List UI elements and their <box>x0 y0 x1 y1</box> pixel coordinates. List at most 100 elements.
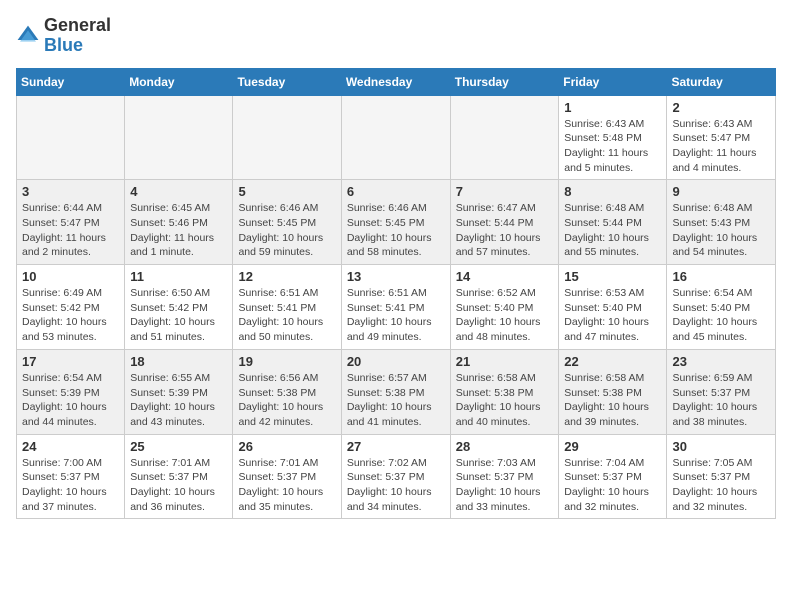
calendar-day-cell: 24 Sunrise: 7:00 AMSunset: 5:37 PMDayligh… <box>17 434 125 519</box>
calendar-day-cell: 6Sunrise: 6:46 AMSunset: 5:45 PMDaylight… <box>341 180 450 265</box>
calendar-day-cell: 17Sunrise: 6:54 AMSunset: 5:39 PMDayligh… <box>17 349 125 434</box>
calendar-day-cell: 7 Sunrise: 6:47 AMSunset: 5:44 PMDaylight… <box>450 180 559 265</box>
calendar-day-cell: 11 Sunrise: 6:50 AMSunset: 5:42 PMDayligh… <box>125 265 233 350</box>
day-number: 29 <box>564 439 661 454</box>
logo: General Blue <box>16 16 111 56</box>
day-info: Sunrise: 6:58 AMSunset: 5:38 PMDaylight:… <box>564 371 661 430</box>
day-number: 4 <box>130 184 227 199</box>
day-number: 5 <box>238 184 335 199</box>
calendar-day-cell: 19 Sunrise: 6:56 AMSunset: 5:38 PMDayligh… <box>233 349 341 434</box>
calendar-week-row: 17Sunrise: 6:54 AMSunset: 5:39 PMDayligh… <box>17 349 776 434</box>
day-info: Sunrise: 6:55 AMSunset: 5:39 PMDaylight:… <box>130 371 227 430</box>
day-number: 21 <box>456 354 554 369</box>
day-number: 7 <box>456 184 554 199</box>
day-of-week-header: Friday <box>559 68 667 95</box>
calendar-day-cell: 10Sunrise: 6:49 AMSunset: 5:42 PMDayligh… <box>17 265 125 350</box>
day-number: 14 <box>456 269 554 284</box>
day-number: 26 <box>238 439 335 454</box>
day-number: 16 <box>672 269 770 284</box>
calendar-week-row: 24 Sunrise: 7:00 AMSunset: 5:37 PMDayligh… <box>17 434 776 519</box>
calendar-day-cell: 18 Sunrise: 6:55 AMSunset: 5:39 PMDayligh… <box>125 349 233 434</box>
calendar-day-cell: 13Sunrise: 6:51 AMSunset: 5:41 PMDayligh… <box>341 265 450 350</box>
day-info: Sunrise: 6:54 AMSunset: 5:40 PMDaylight:… <box>672 286 770 345</box>
calendar-day-cell: 5 Sunrise: 6:46 AMSunset: 5:45 PMDaylight… <box>233 180 341 265</box>
calendar-day-cell: 16 Sunrise: 6:54 AMSunset: 5:40 PMDayligh… <box>667 265 776 350</box>
day-info: Sunrise: 7:01 AMSunset: 5:37 PMDaylight:… <box>130 456 227 515</box>
day-number: 11 <box>130 269 227 284</box>
calendar-day-cell <box>233 95 341 180</box>
logo-general-text: General <box>44 15 111 35</box>
calendar-day-cell <box>17 95 125 180</box>
calendar-day-cell: 12 Sunrise: 6:51 AMSunset: 5:41 PMDayligh… <box>233 265 341 350</box>
day-number: 15 <box>564 269 661 284</box>
day-info: Sunrise: 7:03 AMSunset: 5:37 PMDaylight:… <box>456 456 554 515</box>
calendar-day-cell: 22 Sunrise: 6:58 AMSunset: 5:38 PMDayligh… <box>559 349 667 434</box>
day-info: Sunrise: 6:46 AMSunset: 5:45 PMDaylight:… <box>347 201 445 260</box>
day-number: 19 <box>238 354 335 369</box>
calendar-day-cell: 23 Sunrise: 6:59 AMSunset: 5:37 PMDayligh… <box>667 349 776 434</box>
day-info: Sunrise: 7:02 AMSunset: 5:37 PMDaylight:… <box>347 456 445 515</box>
day-info: Sunrise: 6:57 AMSunset: 5:38 PMDaylight:… <box>347 371 445 430</box>
day-number: 17 <box>22 354 119 369</box>
calendar-day-cell: 9 Sunrise: 6:48 AMSunset: 5:43 PMDaylight… <box>667 180 776 265</box>
day-number: 10 <box>22 269 119 284</box>
day-number: 9 <box>672 184 770 199</box>
calendar-day-cell: 28 Sunrise: 7:03 AMSunset: 5:37 PMDayligh… <box>450 434 559 519</box>
day-info: Sunrise: 6:51 AMSunset: 5:41 PMDaylight:… <box>238 286 335 345</box>
day-number: 8 <box>564 184 661 199</box>
calendar-day-cell: 30 Sunrise: 7:05 AMSunset: 5:37 PMDayligh… <box>667 434 776 519</box>
day-info: Sunrise: 6:43 AMSunset: 5:48 PMDaylight:… <box>564 117 661 176</box>
day-info: Sunrise: 6:53 AMSunset: 5:40 PMDaylight:… <box>564 286 661 345</box>
day-number: 27 <box>347 439 445 454</box>
day-info: Sunrise: 6:52 AMSunset: 5:40 PMDaylight:… <box>456 286 554 345</box>
day-of-week-header: Tuesday <box>233 68 341 95</box>
day-of-week-header: Thursday <box>450 68 559 95</box>
calendar-day-cell: 21 Sunrise: 6:58 AMSunset: 5:38 PMDayligh… <box>450 349 559 434</box>
day-info: Sunrise: 6:58 AMSunset: 5:38 PMDaylight:… <box>456 371 554 430</box>
calendar-day-cell: 4Sunrise: 6:45 AMSunset: 5:46 PMDaylight… <box>125 180 233 265</box>
calendar-day-cell: 25Sunrise: 7:01 AMSunset: 5:37 PMDayligh… <box>125 434 233 519</box>
calendar-day-cell <box>341 95 450 180</box>
day-number: 23 <box>672 354 770 369</box>
day-info: Sunrise: 6:48 AMSunset: 5:44 PMDaylight:… <box>564 201 661 260</box>
day-info: Sunrise: 6:56 AMSunset: 5:38 PMDaylight:… <box>238 371 335 430</box>
day-of-week-header: Saturday <box>667 68 776 95</box>
day-info: Sunrise: 7:05 AMSunset: 5:37 PMDaylight:… <box>672 456 770 515</box>
day-number: 24 <box>22 439 119 454</box>
calendar-day-cell <box>450 95 559 180</box>
day-info: Sunrise: 7:04 AMSunset: 5:37 PMDaylight:… <box>564 456 661 515</box>
calendar-day-cell: 1 Sunrise: 6:43 AMSunset: 5:48 PMDaylight… <box>559 95 667 180</box>
day-info: Sunrise: 6:48 AMSunset: 5:43 PMDaylight:… <box>672 201 770 260</box>
day-number: 18 <box>130 354 227 369</box>
day-info: Sunrise: 6:44 AMSunset: 5:47 PMDaylight:… <box>22 201 119 260</box>
logo-icon <box>16 24 40 48</box>
calendar-day-cell: 3Sunrise: 6:44 AMSunset: 5:47 PMDaylight… <box>17 180 125 265</box>
calendar-day-cell: 29 Sunrise: 7:04 AMSunset: 5:37 PMDayligh… <box>559 434 667 519</box>
day-number: 30 <box>672 439 770 454</box>
day-info: Sunrise: 6:51 AMSunset: 5:41 PMDaylight:… <box>347 286 445 345</box>
calendar-day-cell: 2Sunrise: 6:43 AMSunset: 5:47 PMDaylight… <box>667 95 776 180</box>
day-info: Sunrise: 6:47 AMSunset: 5:44 PMDaylight:… <box>456 201 554 260</box>
page-header: General Blue <box>16 16 776 56</box>
day-of-week-header: Sunday <box>17 68 125 95</box>
calendar-week-row: 1 Sunrise: 6:43 AMSunset: 5:48 PMDaylight… <box>17 95 776 180</box>
day-number: 2 <box>672 100 770 115</box>
calendar-day-cell <box>125 95 233 180</box>
day-info: Sunrise: 7:00 AMSunset: 5:37 PMDaylight:… <box>22 456 119 515</box>
calendar-day-cell: 14 Sunrise: 6:52 AMSunset: 5:40 PMDayligh… <box>450 265 559 350</box>
calendar-table: SundayMondayTuesdayWednesdayThursdayFrid… <box>16 68 776 520</box>
day-info: Sunrise: 7:01 AMSunset: 5:37 PMDaylight:… <box>238 456 335 515</box>
day-info: Sunrise: 6:46 AMSunset: 5:45 PMDaylight:… <box>238 201 335 260</box>
day-number: 1 <box>564 100 661 115</box>
day-info: Sunrise: 6:50 AMSunset: 5:42 PMDaylight:… <box>130 286 227 345</box>
day-number: 12 <box>238 269 335 284</box>
logo-blue-text: Blue <box>44 35 83 55</box>
day-info: Sunrise: 6:59 AMSunset: 5:37 PMDaylight:… <box>672 371 770 430</box>
calendar-day-cell: 8 Sunrise: 6:48 AMSunset: 5:44 PMDaylight… <box>559 180 667 265</box>
calendar-day-cell: 27 Sunrise: 7:02 AMSunset: 5:37 PMDayligh… <box>341 434 450 519</box>
calendar-week-row: 3Sunrise: 6:44 AMSunset: 5:47 PMDaylight… <box>17 180 776 265</box>
calendar-day-cell: 20Sunrise: 6:57 AMSunset: 5:38 PMDayligh… <box>341 349 450 434</box>
day-number: 22 <box>564 354 661 369</box>
day-number: 28 <box>456 439 554 454</box>
calendar-week-row: 10Sunrise: 6:49 AMSunset: 5:42 PMDayligh… <box>17 265 776 350</box>
